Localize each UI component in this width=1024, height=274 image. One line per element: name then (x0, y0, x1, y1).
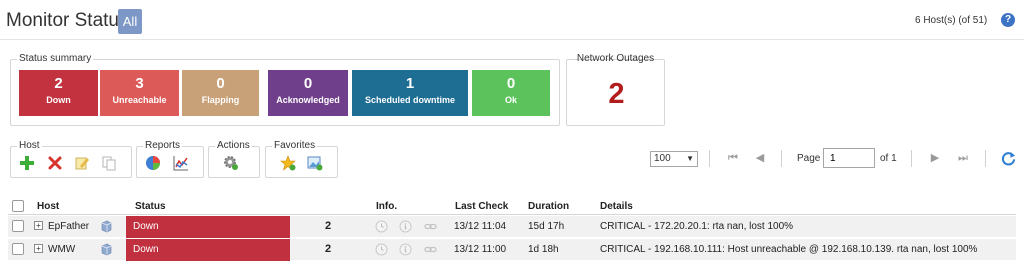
network-outages-legend: Network Outages (576, 53, 655, 64)
delete-icon[interactable] (47, 155, 63, 171)
attempt-count: 2 (325, 220, 332, 232)
info-icon[interactable] (399, 243, 412, 256)
tile-acknowledged-label: Acknowledged (276, 95, 340, 105)
tile-flapping-label: Flapping (201, 95, 240, 105)
details: CRITICAL - 172.20.20.1: rta nan, lost 10… (600, 221, 794, 232)
expand-icon[interactable]: + (34, 244, 43, 253)
actions-toolbar: Actions (208, 140, 260, 178)
status-summary-panel: Status summary 2 Down 3 Unreachable 0 Fl… (10, 53, 560, 126)
host-cube-icon (101, 220, 112, 233)
favorites-toolbar: Favorites (265, 140, 338, 178)
status-badge: Down (126, 216, 290, 238)
tile-acknowledged[interactable]: 0 Acknowledged (268, 70, 348, 116)
column-last-check[interactable]: Last Check (455, 201, 508, 212)
first-page-icon[interactable]: ⏮ (726, 151, 740, 165)
network-outages-panel[interactable]: Network Outages 2 (566, 53, 665, 126)
status-badge: Down (126, 239, 290, 261)
column-host[interactable]: Host (37, 201, 59, 212)
tile-ok[interactable]: 0 Ok (472, 70, 550, 116)
clock-icon[interactable] (375, 243, 388, 256)
page-total: of 1 (880, 153, 897, 164)
tile-acknowledged-count: 0 (303, 75, 313, 92)
tile-scheduled-downtime-label: Scheduled downtime (364, 95, 455, 105)
page-header: Monitor Status: All 6 Host(s) (of 51) ? (0, 0, 1024, 40)
tile-down-count: 2 (54, 75, 63, 92)
tile-down-label: Down (46, 95, 71, 105)
star-icon[interactable] (280, 155, 296, 171)
filter-all-button[interactable]: All (118, 9, 142, 34)
row-checkbox[interactable] (12, 243, 24, 255)
pie-chart-icon[interactable] (145, 155, 161, 171)
page-number-input[interactable] (823, 148, 875, 168)
pager-divider (709, 150, 710, 167)
pager-divider (781, 150, 782, 167)
prev-page-icon[interactable]: ◀ (753, 151, 767, 165)
tile-ok-count: 0 (506, 75, 516, 92)
tile-unreachable-count: 3 (135, 75, 144, 92)
tile-scheduled-downtime[interactable]: 1 Scheduled downtime (352, 70, 468, 116)
reports-toolbar: Reports (136, 140, 204, 178)
table-header: Host Status Info. Last Check Duration De… (8, 196, 1016, 215)
attempt-count: 2 (325, 243, 332, 255)
column-duration[interactable]: Duration (528, 201, 569, 212)
edit-icon[interactable] (74, 155, 90, 171)
question-icon[interactable]: ? (1001, 13, 1015, 27)
page-title: Monitor Status: (6, 10, 134, 31)
column-info[interactable]: Info. (376, 201, 397, 212)
duration: 1d 18h (528, 244, 559, 255)
network-outages-count: 2 (608, 78, 625, 110)
table-row[interactable]: + EpFather Down 2 13/12 11:04 15d 17h CR… (8, 216, 1016, 238)
link-icon[interactable] (424, 243, 437, 256)
host-toolbar-legend: Host (17, 140, 42, 151)
info-icon[interactable] (399, 220, 412, 233)
last-check: 13/12 11:04 (454, 221, 507, 232)
column-details[interactable]: Details (600, 201, 633, 212)
chevron-down-icon: ▼ (686, 154, 694, 163)
host-count: 6 Host(s) (of 51) (915, 15, 988, 26)
tile-down[interactable]: 2 Down (19, 70, 98, 116)
host-name[interactable]: WMW (48, 244, 75, 255)
pager-divider (911, 150, 912, 167)
last-page-icon[interactable]: ⏭ (956, 151, 970, 165)
host-cube-icon (101, 243, 112, 256)
column-status[interactable]: Status (135, 201, 166, 212)
duration: 15d 17h (528, 221, 565, 232)
host-name[interactable]: EpFather (48, 221, 89, 232)
row-checkbox[interactable] (12, 220, 24, 232)
last-check: 13/12 11:00 (454, 244, 507, 255)
line-chart-icon[interactable] (173, 155, 189, 171)
tile-unreachable-label: Unreachable (112, 95, 167, 105)
status-summary-legend: Status summary (17, 53, 94, 64)
table-row[interactable]: + WMW Down 2 13/12 11:00 1d 18h CRITICAL… (8, 239, 1016, 261)
page-label: Page (797, 153, 821, 164)
page-size-value: 100 (654, 153, 671, 164)
host-toolbar: Host (10, 140, 132, 178)
image-add-icon[interactable] (307, 155, 323, 171)
tile-ok-label: Ok (504, 95, 517, 105)
copy-icon[interactable] (101, 155, 117, 171)
clock-icon[interactable] (375, 220, 388, 233)
actions-toolbar-legend: Actions (215, 140, 252, 151)
pager-divider (985, 150, 986, 167)
next-page-icon[interactable]: ▶ (928, 151, 942, 165)
reports-toolbar-legend: Reports (143, 140, 183, 151)
gear-icon[interactable] (223, 155, 239, 171)
details: CRITICAL - 192.168.10.111: Host unreacha… (600, 244, 978, 255)
refresh-icon[interactable] (1001, 151, 1016, 166)
tile-scheduled-downtime-count: 1 (405, 75, 415, 92)
tile-unreachable[interactable]: 3 Unreachable (100, 70, 179, 116)
add-icon[interactable] (19, 155, 35, 171)
link-icon[interactable] (424, 220, 437, 233)
expand-icon[interactable]: + (34, 221, 43, 230)
tile-flapping-count: 0 (216, 75, 225, 92)
select-all-checkbox[interactable] (12, 200, 24, 212)
page-size-select[interactable]: 100 ▼ (650, 151, 698, 167)
tile-flapping[interactable]: 0 Flapping (182, 70, 259, 116)
favorites-toolbar-legend: Favorites (272, 140, 318, 151)
